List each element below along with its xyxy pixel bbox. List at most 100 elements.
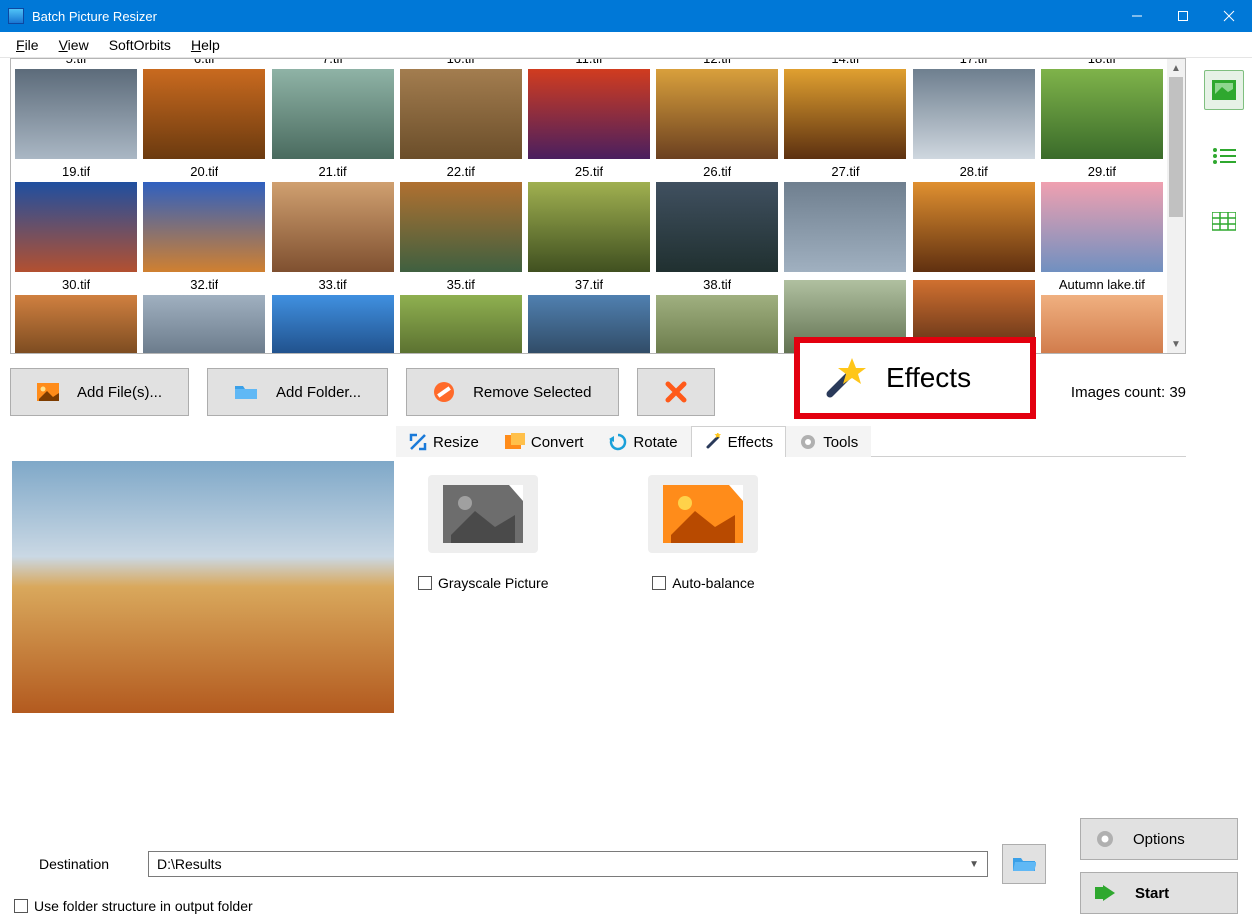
thumbnail-item[interactable]: 18.tif: [1039, 58, 1165, 160]
add-folder-button[interactable]: Add Folder...: [207, 368, 388, 416]
thumbnail-image: [527, 68, 651, 160]
tab-convert[interactable]: Convert: [492, 426, 597, 457]
thumbnail-caption: 29.tif: [1088, 162, 1116, 181]
browse-folder-button[interactable]: [1002, 844, 1046, 884]
thumbnail-item[interactable]: 17.tif: [911, 58, 1037, 160]
thumbnail-item[interactable]: 6.tif: [141, 58, 267, 160]
thumbnail-image: [271, 68, 395, 160]
options-button[interactable]: Options: [1080, 818, 1238, 860]
thumbnail-item[interactable]: 11.tif: [526, 58, 652, 160]
thumbnail-caption: 28.tif: [960, 162, 988, 181]
thumbnail-image: [655, 181, 779, 273]
x-icon: [665, 381, 687, 403]
maximize-button[interactable]: [1160, 0, 1206, 32]
tab-effects[interactable]: Effects: [691, 426, 787, 457]
convert-icon: [505, 433, 525, 451]
autobalance-checkbox[interactable]: Auto-balance: [652, 575, 755, 591]
thumbnail-image: [1040, 68, 1164, 160]
thumbnail-item[interactable]: Autumn lake.tif: [1039, 275, 1165, 354]
wand-large-icon: [822, 356, 866, 400]
menu-view[interactable]: View: [49, 35, 99, 55]
thumbnail-image: [399, 68, 523, 160]
thumbnail-item[interactable]: 30.tif: [13, 275, 139, 354]
menu-help[interactable]: Help: [181, 35, 230, 55]
scroll-up-icon[interactable]: ▲: [1167, 59, 1185, 77]
close-button[interactable]: [1206, 0, 1252, 32]
minimize-button[interactable]: [1114, 0, 1160, 32]
thumbnail-item[interactable]: 20.tif: [141, 162, 267, 273]
use-folder-structure-checkbox[interactable]: Use folder structure in output folder: [14, 898, 1238, 914]
thumbnail-image: [912, 68, 1036, 160]
tab-tools[interactable]: Tools: [786, 426, 871, 457]
thumbnail-item[interactable]: 19.tif: [13, 162, 139, 273]
scroll-handle[interactable]: [1169, 77, 1183, 217]
add-files-label: Add File(s)...: [77, 384, 162, 401]
forbidden-icon: [433, 381, 455, 403]
thumbnail-item[interactable]: 5.tif: [13, 58, 139, 160]
thumbnail-caption: 37.tif: [575, 275, 603, 294]
view-details-button[interactable]: [1204, 202, 1244, 242]
preview-image: [11, 460, 395, 714]
thumbnail-item[interactable]: 21.tif: [269, 162, 395, 273]
scroll-down-icon[interactable]: ▼: [1167, 335, 1185, 353]
thumbnail-image: [14, 181, 138, 273]
thumbnail-item[interactable]: 12.tif: [654, 58, 780, 160]
thumbnail-image: [783, 181, 907, 273]
thumbnail-caption: 14.tif: [831, 58, 859, 68]
preview-panel: [10, 426, 396, 748]
thumbnail-image: [1040, 181, 1164, 273]
thumbnail-item[interactable]: 35.tif: [398, 275, 524, 354]
thumbnail-caption: 27.tif: [831, 162, 859, 181]
bottom-panel: Destination D:\Results ▼ Use folder stru…: [0, 832, 1252, 924]
thumbnail-item[interactable]: 37.tif: [526, 275, 652, 354]
thumbnail-caption: 26.tif: [703, 162, 731, 181]
thumbnails-icon: [1212, 80, 1236, 100]
thumbnail-item[interactable]: 33.tif: [269, 275, 395, 354]
autobalance-preview-icon: [648, 475, 758, 553]
chevron-down-icon: ▼: [969, 859, 979, 870]
menu-file[interactable]: File: [6, 35, 49, 55]
start-button[interactable]: Start: [1080, 872, 1238, 914]
thumbnail-item[interactable]: 22.tif: [398, 162, 524, 273]
thumbnail-item[interactable]: 29.tif: [1039, 162, 1165, 273]
view-thumbnails-button[interactable]: [1204, 70, 1244, 110]
grid-icon: [1212, 212, 1236, 232]
thumbnail-item[interactable]: 28.tif: [911, 162, 1037, 273]
menu-softorbits[interactable]: SoftOrbits: [99, 35, 181, 55]
destination-combo[interactable]: D:\Results ▼: [148, 851, 988, 877]
thumbnail-image: [142, 294, 266, 354]
tab-container: Resize Convert Rotate Effects Tools: [396, 426, 1186, 748]
thumbnail-item[interactable]: 38.tif: [654, 275, 780, 354]
tab-resize[interactable]: Resize: [396, 426, 492, 457]
images-count: Images count: 39: [1071, 384, 1186, 401]
thumbnail-item[interactable]: 10.tif: [398, 58, 524, 160]
thumbnail-caption: 21.tif: [318, 162, 346, 181]
thumbnail-caption: 22.tif: [447, 162, 475, 181]
gear-icon: [1095, 829, 1115, 849]
thumbnail-item[interactable]: 32.tif: [141, 275, 267, 354]
tab-rotate[interactable]: Rotate: [596, 426, 690, 457]
thumbnail-item[interactable]: 25.tif: [526, 162, 652, 273]
thumbnail-scrollbar[interactable]: ▲ ▼: [1167, 59, 1185, 353]
remove-selected-button[interactable]: Remove Selected: [406, 368, 618, 416]
thumbnail-image: [527, 181, 651, 273]
thumbnail-image: [1040, 294, 1164, 354]
thumbnail-caption: 18.tif: [1088, 58, 1116, 68]
thumbnail-panel: 5.tif6.tif7.tif10.tif11.tif12.tif 14.tif 1…: [10, 58, 1186, 354]
view-mode-rail: [1196, 58, 1252, 924]
thumbnail-item[interactable]: 26.tif: [654, 162, 780, 273]
destination-label: Destination: [14, 856, 134, 872]
effects-callout: Effects: [794, 337, 1036, 419]
thumbnail-image: [14, 294, 138, 354]
gear-icon: [799, 433, 817, 451]
view-list-button[interactable]: [1204, 136, 1244, 176]
thumbnail-item[interactable]: 14.tif: [782, 58, 908, 160]
folder-icon: [234, 383, 258, 401]
thumbnail-item[interactable]: 27.tif: [782, 162, 908, 273]
add-files-button[interactable]: Add File(s)...: [10, 368, 189, 416]
thumbnail-image: [142, 68, 266, 160]
resize-icon: [409, 433, 427, 451]
remove-all-button[interactable]: [637, 368, 715, 416]
thumbnail-item[interactable]: 7.tif: [269, 58, 395, 160]
grayscale-checkbox[interactable]: Grayscale Picture: [418, 575, 548, 591]
